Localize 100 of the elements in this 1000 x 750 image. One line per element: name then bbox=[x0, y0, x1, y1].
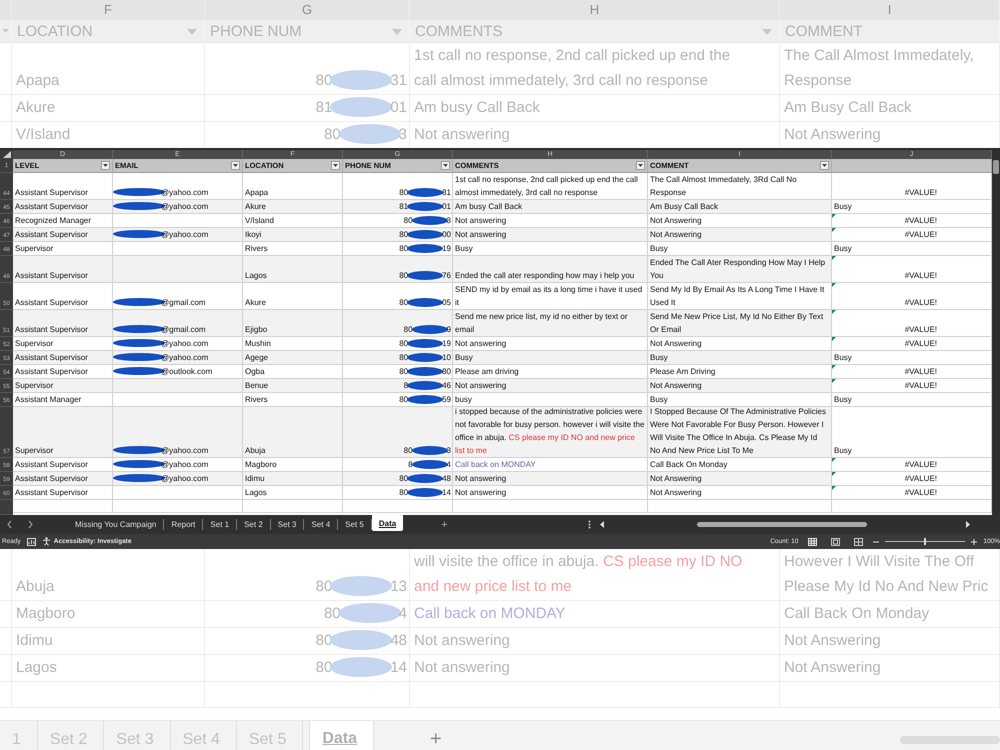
phone-digits: 9 bbox=[446, 324, 451, 336]
table-cell: Not answering bbox=[453, 472, 648, 486]
sheet-tab[interactable]: Report bbox=[164, 519, 204, 530]
table-cell: Magboro bbox=[12, 601, 205, 628]
table-cell: Ikoyi bbox=[243, 228, 343, 242]
column-header: COMMENT bbox=[785, 22, 862, 40]
dropdown-icon[interactable] bbox=[636, 161, 645, 170]
redaction-mark bbox=[330, 576, 392, 596]
redaction-mark bbox=[412, 446, 448, 455]
slider-thumb[interactable] bbox=[924, 538, 926, 545]
table-cell: Mushin bbox=[243, 337, 343, 351]
table-cell: Not answering bbox=[453, 337, 648, 351]
redaction-mark bbox=[407, 339, 444, 348]
table-cell: Am Busy Call Back bbox=[648, 200, 832, 214]
table-cell: Supervisor bbox=[13, 242, 113, 256]
redaction-mark bbox=[407, 353, 444, 362]
table-cell: The Call Almost Immedately, Response bbox=[780, 43, 1000, 95]
email-text: @yahoo.com bbox=[161, 229, 208, 241]
plus-icon[interactable] bbox=[971, 538, 978, 544]
table-cell: Call Back On Monday bbox=[780, 601, 1000, 628]
cell-value: #VALUE! bbox=[904, 338, 937, 350]
redaction-mark bbox=[412, 216, 448, 225]
normal-view-icon[interactable] bbox=[808, 538, 818, 546]
phone-digits: 80 bbox=[399, 352, 408, 364]
phone-digits: 80 bbox=[404, 324, 413, 336]
table-cell: Benue bbox=[243, 379, 343, 393]
horizontal-scrollbar[interactable] bbox=[598, 520, 971, 529]
cell-value: #VALUE! bbox=[904, 187, 937, 199]
cell-value: #VALUE! bbox=[904, 324, 937, 336]
add-sheet-button[interactable]: + bbox=[380, 721, 492, 750]
dropdown-icon[interactable] bbox=[441, 161, 450, 170]
table-cell: busy bbox=[453, 393, 648, 407]
more-options-icon[interactable] bbox=[588, 520, 591, 529]
cell-value: #VALUE! bbox=[904, 229, 937, 241]
redaction-mark bbox=[407, 271, 444, 280]
sheet-tab[interactable]: Data bbox=[372, 515, 404, 531]
dropdown-icon[interactable] bbox=[101, 161, 110, 170]
redaction-mark bbox=[407, 188, 444, 197]
table-cell: Idimu bbox=[12, 628, 205, 655]
table-cell: Busy bbox=[453, 351, 648, 365]
dropdown-icon[interactable] bbox=[331, 161, 340, 170]
table-cell: Supervisor bbox=[13, 407, 113, 458]
next-sheet-icon[interactable] bbox=[27, 520, 34, 529]
table-cell: Agege bbox=[243, 351, 343, 365]
phone-digits: 81 bbox=[399, 201, 408, 213]
page-break-icon[interactable] bbox=[854, 538, 864, 546]
table-cell: Not Answering bbox=[780, 628, 1000, 655]
select-all-icon[interactable] bbox=[0, 150, 13, 159]
table-cell: Assistant Supervisor bbox=[13, 458, 113, 472]
phone-digits: 80 bbox=[404, 215, 413, 227]
table-cell: Magboro bbox=[243, 458, 343, 472]
phone-digits: 14 bbox=[390, 658, 407, 678]
phone-digits: 80 bbox=[399, 394, 408, 406]
phone-digits: 8 bbox=[404, 380, 408, 392]
phone-digits: 80 bbox=[399, 297, 408, 309]
column-header: LOCATION bbox=[17, 22, 93, 40]
vertical-scrollbar[interactable] bbox=[992, 150, 1000, 515]
phone-digits: 01 bbox=[390, 98, 407, 118]
redaction-mark bbox=[407, 395, 444, 404]
scroll-left-icon[interactable] bbox=[598, 521, 605, 528]
sheet-tab[interactable]: Set 1 bbox=[203, 519, 238, 530]
redaction-mark bbox=[330, 97, 392, 117]
phone-digits: 80 bbox=[399, 366, 408, 378]
redaction-mark bbox=[330, 70, 392, 90]
email-text: @gmail.com bbox=[161, 324, 206, 336]
table-cell: Abuja bbox=[12, 549, 205, 601]
table-cell: Ended the call ater responding how may i help you bbox=[453, 256, 648, 283]
add-sheet-button[interactable]: + bbox=[441, 518, 448, 530]
minus-icon[interactable] bbox=[873, 538, 880, 544]
sheet-tab[interactable]: Set 2 bbox=[237, 519, 271, 530]
sheet-stats-icon[interactable] bbox=[26, 538, 36, 546]
phone-digits: 80 bbox=[399, 473, 408, 485]
dropdown-icon[interactable] bbox=[231, 161, 240, 170]
sheet-tab[interactable]: Set 3 bbox=[270, 519, 304, 530]
phone-digits: 76 bbox=[442, 270, 451, 282]
previous-sheet-icon[interactable] bbox=[6, 520, 13, 529]
phone-digits: 4 bbox=[446, 459, 451, 471]
accessibility-icon[interactable] bbox=[42, 537, 51, 546]
email-text: @gmail.com bbox=[161, 297, 206, 309]
phone-digits: 8 bbox=[408, 459, 413, 471]
table-cell: Please am driving bbox=[453, 365, 648, 379]
phone-digits: 46 bbox=[442, 380, 451, 392]
phone-digits: 48 bbox=[390, 631, 407, 651]
redaction-mark bbox=[407, 230, 444, 239]
scroll-right-icon[interactable] bbox=[964, 521, 971, 528]
cell-value: #VALUE! bbox=[904, 366, 937, 378]
table-cell: Ogba bbox=[243, 365, 343, 379]
table-cell: Not answering bbox=[453, 486, 648, 500]
redaction-mark bbox=[330, 630, 392, 650]
page-layout-icon[interactable] bbox=[831, 538, 840, 546]
phone-digits: 3 bbox=[398, 125, 407, 145]
dropdown-icon[interactable] bbox=[820, 161, 829, 170]
zoom-slider[interactable] bbox=[885, 538, 966, 546]
redaction-mark bbox=[330, 657, 392, 677]
sheet-tab[interactable]: Set 4 bbox=[304, 519, 338, 530]
empty-cell bbox=[0, 549, 12, 601]
table-cell: Assistant Supervisor bbox=[13, 486, 113, 500]
redaction-mark bbox=[338, 124, 401, 144]
sheet-tab[interactable]: Missing You Campaign bbox=[68, 519, 164, 530]
phone-digits: 81 bbox=[442, 187, 451, 199]
